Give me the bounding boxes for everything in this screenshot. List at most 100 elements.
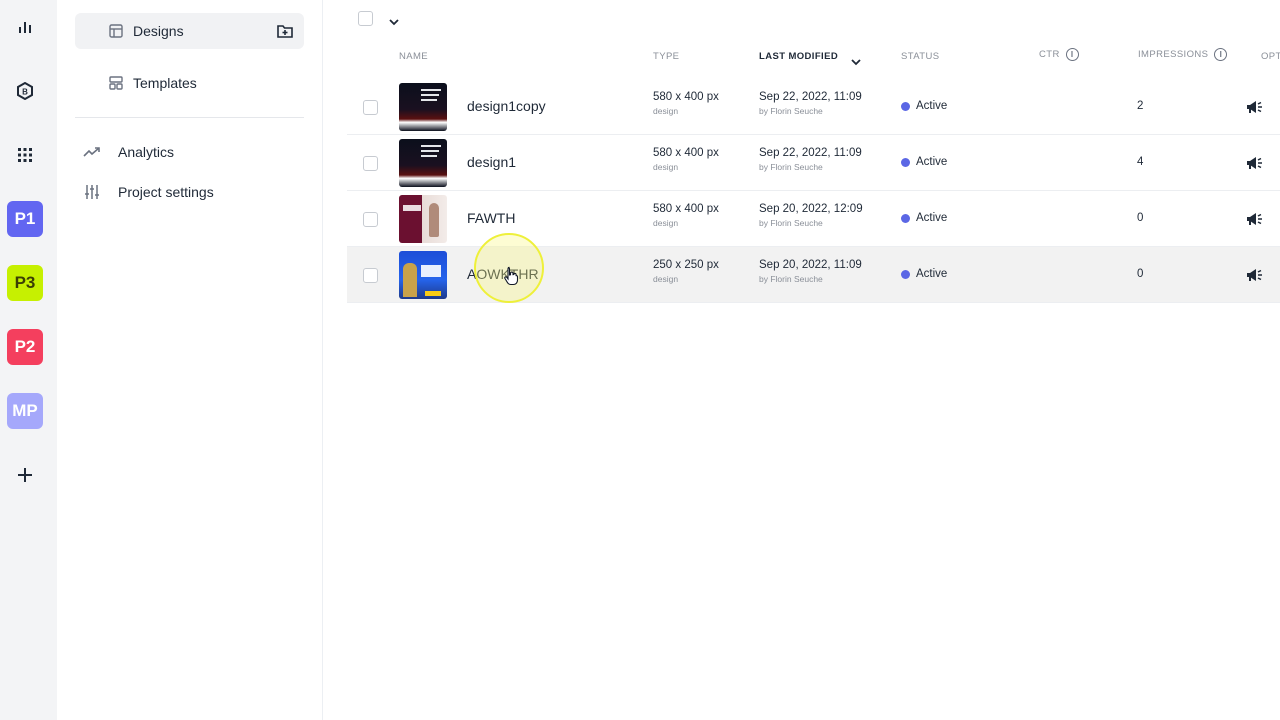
status-label: Active [916,100,948,112]
status-badge: Active [901,100,947,112]
hand-cursor-icon [503,266,519,286]
layout-icon [107,22,125,40]
design-type: 580 x 400 px design [653,91,719,116]
secondary-sidebar: Designs Templates Analytics Project sett… [57,0,323,720]
status-badge: Active [901,212,947,224]
nav-designs-label: Designs [133,23,184,39]
nav-designs-item[interactable]: Designs [107,22,184,40]
design-name[interactable]: design1copy [467,98,546,114]
status-badge: Active [901,268,947,280]
info-icon[interactable]: i [1214,48,1228,61]
megaphone-icon[interactable] [1245,211,1263,227]
impressions-value: 0 [1137,268,1144,280]
project-p3-button[interactable]: P3 [7,265,43,301]
modified-by: by Florin Seuche [759,274,823,284]
megaphone-icon[interactable] [1245,155,1263,171]
header-impressions[interactable]: IMPRESSIONS i [1138,48,1228,61]
plus-icon[interactable] [12,462,38,488]
nav-templates[interactable]: Templates [107,74,197,92]
project-p1-button[interactable]: P1 [7,201,43,237]
row-checkbox[interactable] [363,212,378,227]
status-label: Active [916,268,948,280]
nav-templates-label: Templates [133,75,197,91]
sliders-icon [83,183,101,201]
impressions-value: 4 [1137,156,1144,168]
row-checkbox[interactable] [363,156,378,171]
sort-chevron-icon[interactable] [851,53,861,66]
design-kind: design [653,218,679,228]
project-mp-button[interactable]: MP [7,393,43,429]
modified-date: Sep 20, 2022, 11:09 [759,259,862,271]
status-dot [901,269,910,279]
design-kind: design [653,274,679,284]
status-dot [901,157,910,167]
design-type: 580 x 400 px design [653,203,719,228]
design-kind: design [653,106,679,116]
design-modified: Sep 20, 2022, 12:09 by Florin Seuche [759,203,863,228]
templates-icon [107,74,125,92]
table-row[interactable]: FAWTH 580 x 400 px design Sep 20, 2022, 1… [347,191,1280,247]
impressions-value: 2 [1137,100,1144,112]
design-kind: design [653,162,679,172]
modified-by: by Florin Seuche [759,106,823,116]
design-name[interactable]: FAWTH [467,210,515,226]
design-thumbnail[interactable] [399,195,447,243]
modified-date: Sep 20, 2022, 12:09 [759,203,863,215]
nav-project-settings[interactable]: Project settings [83,183,214,201]
new-folder-icon[interactable] [276,22,294,40]
header-name[interactable]: NAME [399,51,428,62]
modified-date: Sep 22, 2022, 11:09 [759,147,862,159]
header-last-modified[interactable]: LAST MODIFIED [759,51,838,62]
design-modified: Sep 20, 2022, 11:09 by Florin Seuche [759,259,862,284]
modified-by: by Florin Seuche [759,162,823,172]
design-name[interactable]: design1 [467,154,516,170]
sidebar-divider [75,117,304,118]
design-modified: Sep 22, 2022, 11:09 by Florin Seuche [759,91,862,116]
nav-analytics-label: Analytics [118,144,175,160]
status-dot [901,101,910,111]
status-dot [901,213,910,223]
row-checkbox[interactable] [363,100,378,115]
hexagon-b-icon[interactable]: B [12,78,38,104]
header-options: OPT [1261,51,1280,62]
nav-project-settings-label: Project settings [118,184,214,200]
select-all-checkbox[interactable] [358,11,373,26]
design-size: 580 x 400 px [653,91,719,103]
design-size: 250 x 250 px [653,259,719,271]
row-checkbox[interactable] [363,268,378,283]
svg-text:B: B [22,88,28,97]
design-type: 580 x 400 px design [653,147,719,172]
table-row[interactable]: AOWKTHR 250 x 250 px design Sep 20, 2022,… [347,247,1280,303]
designs-table: NAME TYPE LAST MODIFIED STATUS CTR i IMPR… [323,0,1280,720]
modified-by: by Florin Seuche [759,218,823,228]
megaphone-icon[interactable] [1245,99,1263,115]
status-label: Active [916,156,948,168]
header-ctr-label: CTR [1039,49,1060,61]
impressions-value: 0 [1137,212,1144,224]
chevron-down-icon[interactable] [389,13,401,26]
modified-date: Sep 22, 2022, 11:09 [759,91,862,103]
megaphone-icon[interactable] [1245,267,1263,283]
design-thumbnail[interactable] [399,251,447,299]
design-thumbnail[interactable] [399,83,447,131]
header-type[interactable]: TYPE [653,51,679,62]
nav-analytics[interactable]: Analytics [83,143,174,161]
design-modified: Sep 22, 2022, 11:09 by Florin Seuche [759,147,862,172]
header-ctr[interactable]: CTR i [1039,48,1079,61]
design-thumbnail[interactable] [399,139,447,187]
info-icon[interactable]: i [1065,48,1079,61]
table-row[interactable]: design1 580 x 400 px design Sep 22, 2022,… [347,135,1280,191]
grid-icon[interactable] [12,142,38,168]
status-label: Active [916,212,948,224]
header-status[interactable]: STATUS [901,51,939,62]
header-last-modified-label: LAST MODIFIED [759,51,839,62]
design-type: 250 x 250 px design [653,259,719,284]
project-p2-button[interactable]: P2 [7,329,43,365]
design-size: 580 x 400 px [653,203,719,215]
bar-chart-icon[interactable] [12,14,38,40]
header-impressions-label: IMPRESSIONS [1138,49,1209,61]
design-size: 580 x 400 px [653,147,719,159]
table-row[interactable]: design1copy 580 x 400 px design Sep 22, 2… [347,79,1280,135]
project-rail: B P1 P3 P2 MP [0,0,57,720]
trending-up-icon [83,143,101,161]
